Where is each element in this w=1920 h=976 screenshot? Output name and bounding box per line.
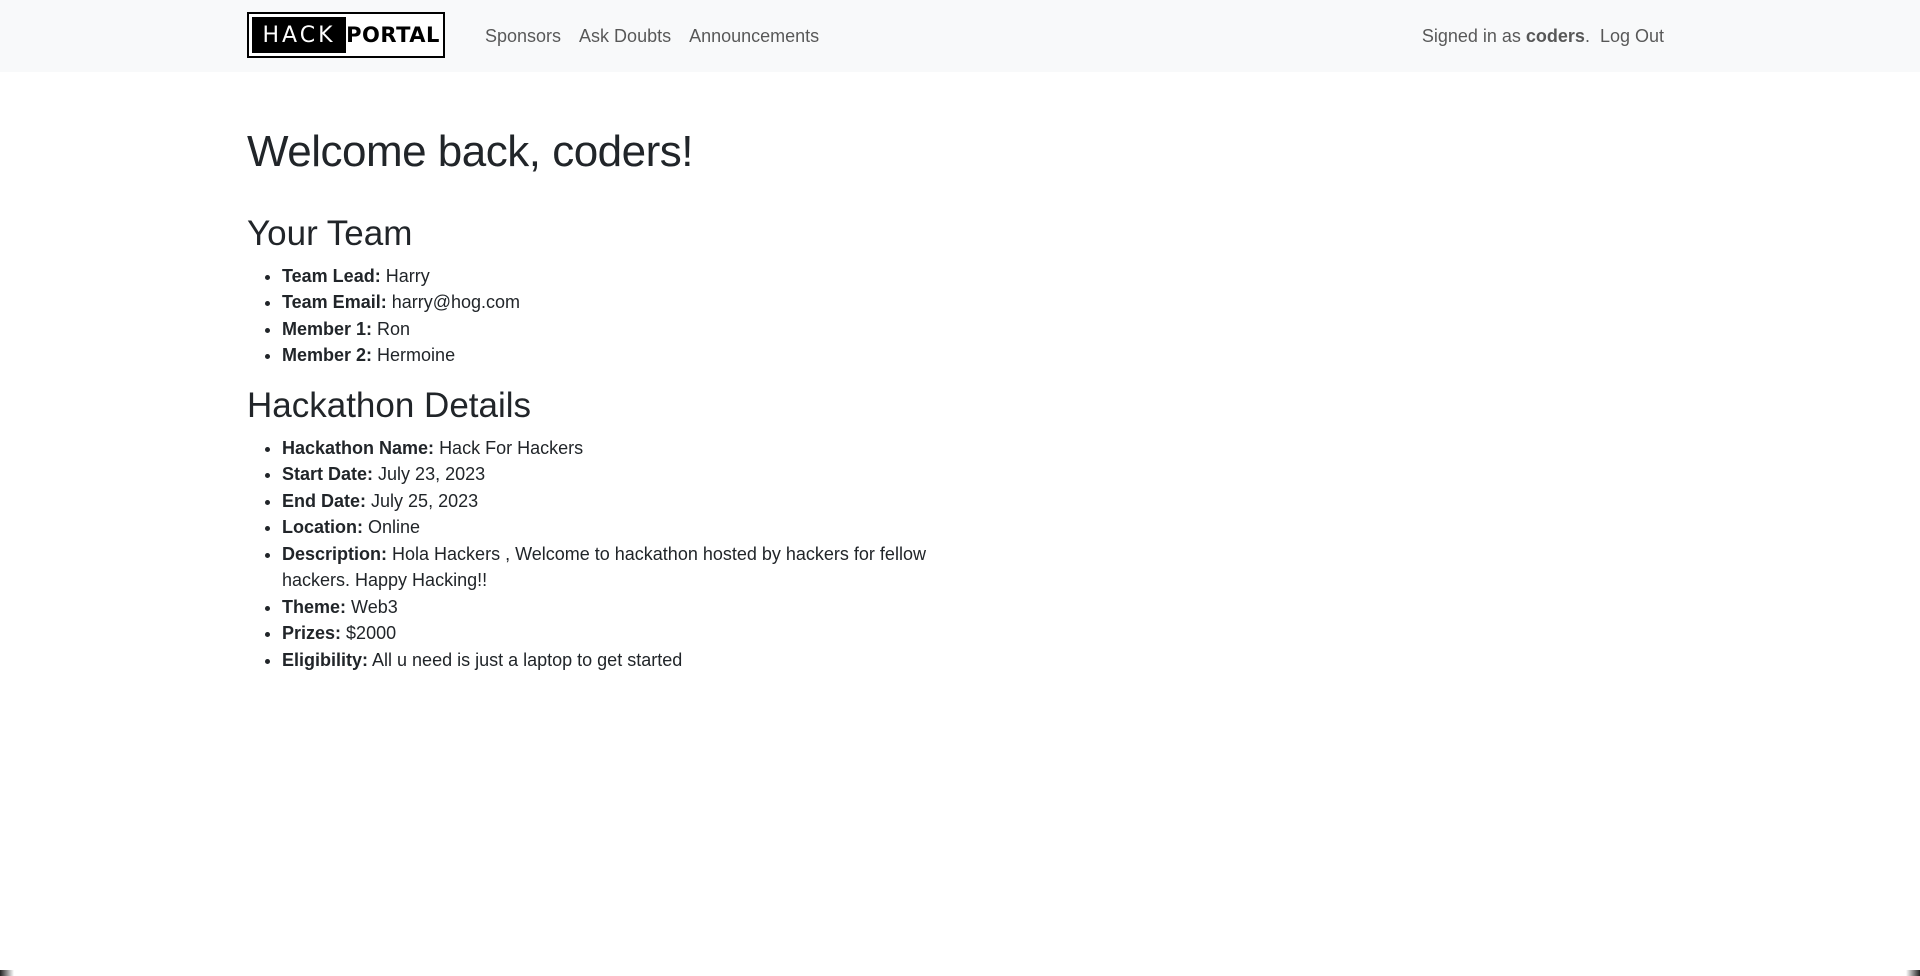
team-email-label: Team Email: <box>282 292 387 313</box>
location-label: Location: <box>282 517 363 538</box>
logout-link[interactable]: Log Out <box>1600 26 1664 47</box>
logo-portal-text: PORTAL <box>346 23 440 47</box>
list-item: Hackathon Name: Hack For Hackers <box>282 435 947 462</box>
list-item: Member 2: Hermoine <box>282 342 947 369</box>
window-bottom-edge <box>0 970 1920 976</box>
navbar: HACK PORTAL Sponsors Ask Doubts Announce… <box>0 0 1920 72</box>
hackathon-heading: Hackathon Details <box>247 385 532 425</box>
list-item: Theme: Web3 <box>282 594 947 621</box>
theme-value: Web3 <box>351 596 398 617</box>
hackathon-list: Hackathon Name: Hack For Hackers Start D… <box>247 435 947 674</box>
list-item: Start Date: July 23, 2023 <box>282 461 947 488</box>
location-value: Online <box>368 517 421 538</box>
signed-in-prefix: Signed in as <box>1421 25 1521 46</box>
list-item: Prizes: $2000 <box>282 620 947 647</box>
theme-label: Theme: <box>282 596 347 617</box>
list-item: End Date: July 25, 2023 <box>282 488 947 515</box>
team-lead-label: Team Lead: <box>282 265 381 286</box>
list-item: Member 1: Ron <box>282 316 947 343</box>
main-content: Welcome back, coders! Your Team Team Lea… <box>247 72 947 673</box>
navbar-inner: HACK PORTAL Sponsors Ask Doubts Announce… <box>247 0 1664 72</box>
member-1-label: Member 1: <box>282 318 373 339</box>
nav-links: Sponsors Ask Doubts Announcements <box>485 26 837 47</box>
nav-link-announcements[interactable]: Announcements <box>689 26 819 47</box>
welcome-heading: Welcome back, coders! <box>247 127 693 176</box>
list-item: Eligibility: All u need is just a laptop… <box>282 647 947 674</box>
hackathon-name-label: Hackathon Name: <box>282 437 435 458</box>
end-date-value: July 25, 2023 <box>371 490 479 511</box>
hackathon-name-value: Hack For Hackers <box>439 437 584 458</box>
eligibility-label: Eligibility: <box>282 649 369 670</box>
team-heading: Your Team <box>247 213 413 253</box>
username: coders <box>1525 25 1585 46</box>
end-date-label: End Date: <box>282 490 367 511</box>
user-status: Signed in as coders. Log Out <box>1422 26 1664 47</box>
description-label: Description: <box>282 543 388 564</box>
nav-link-sponsors[interactable]: Sponsors <box>485 26 561 47</box>
brand-logo[interactable]: HACK PORTAL <box>247 12 445 58</box>
list-item: Location: Online <box>282 514 947 541</box>
list-item: Team Email: harry@hog.com <box>282 289 947 316</box>
list-item: Team Lead: Harry <box>282 263 947 290</box>
list-item: Description: Hola Hackers , Welcome to h… <box>282 541 947 594</box>
member-2-value: Hermoine <box>377 345 456 366</box>
start-date-label: Start Date: <box>282 464 374 485</box>
team-list: Team Lead: Harry Team Email: harry@hog.c… <box>247 263 947 369</box>
start-date-value: July 23, 2023 <box>378 464 486 485</box>
team-lead-value: Harry <box>385 265 430 286</box>
prizes-label: Prizes: <box>282 623 342 644</box>
member-2-label: Member 2: <box>282 345 373 366</box>
eligibility-value: All u need is just a laptop to get start… <box>372 649 683 670</box>
logo-hack-text: HACK <box>252 17 346 53</box>
member-1-value: Ron <box>377 318 411 339</box>
signed-in-suffix: . <box>1584 25 1590 46</box>
nav-link-ask-doubts[interactable]: Ask Doubts <box>579 26 671 47</box>
team-email-value: harry@hog.com <box>391 292 521 313</box>
prizes-value: $2000 <box>346 623 397 644</box>
